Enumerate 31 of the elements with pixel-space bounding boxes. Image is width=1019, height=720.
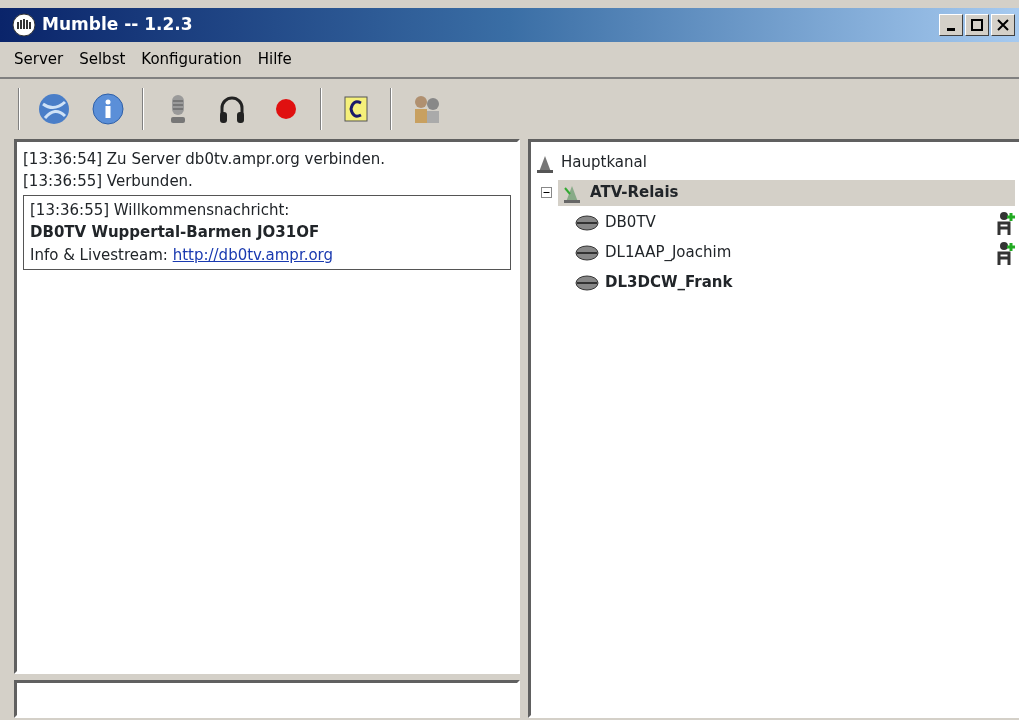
user-name[interactable]: DB0TV [605, 211, 656, 234]
minimize-button[interactable] [939, 14, 963, 36]
user-icon [575, 243, 599, 262]
user-icon [575, 213, 599, 232]
maximize-button[interactable] [965, 14, 989, 36]
menu-item[interactable]: Konfiguration [135, 48, 248, 71]
link[interactable]: http://db0tv.ampr.org [172, 245, 334, 264]
chat-input-field[interactable] [14, 680, 520, 718]
channel-name: Hauptkanal [561, 152, 647, 174]
menu-item[interactable]: Hilfe [251, 48, 298, 71]
menu-item[interactable]: Selbst [73, 48, 132, 71]
info-label: Info & Livestream: [30, 245, 168, 264]
user-name[interactable]: DL3DCW_Frank [605, 271, 733, 294]
channel-row[interactable]: ATV-Relais [558, 179, 1015, 206]
user-icon [575, 273, 599, 292]
globe-icon [37, 91, 71, 126]
user-name[interactable]: DL1AAP_Joachim [605, 241, 732, 264]
maximize-icon [971, 19, 983, 31]
close-icon [997, 19, 1009, 31]
welcome-headline: DB0TV Wuppertal-Barmen JO31OF [30, 222, 321, 243]
minimize-icon [947, 28, 955, 31]
close-button[interactable] [991, 14, 1015, 36]
log-line: [13:36:54] Zu Server db0tv.ampr.org verbinden. [23, 148, 387, 170]
channel-name: ATV-Relais [590, 182, 679, 204]
welcome-header: [13:36:55] Willkommensnachricht: [30, 199, 291, 221]
window-title: Mumble -- 1.2.3 [42, 13, 194, 37]
info-icon [91, 91, 125, 126]
collapse-icon[interactable] [541, 187, 552, 198]
menu-item[interactable]: Server [8, 48, 70, 71]
log-line: [13:36:55] Verbunden. [23, 171, 194, 192]
app-logo-icon [12, 13, 36, 37]
